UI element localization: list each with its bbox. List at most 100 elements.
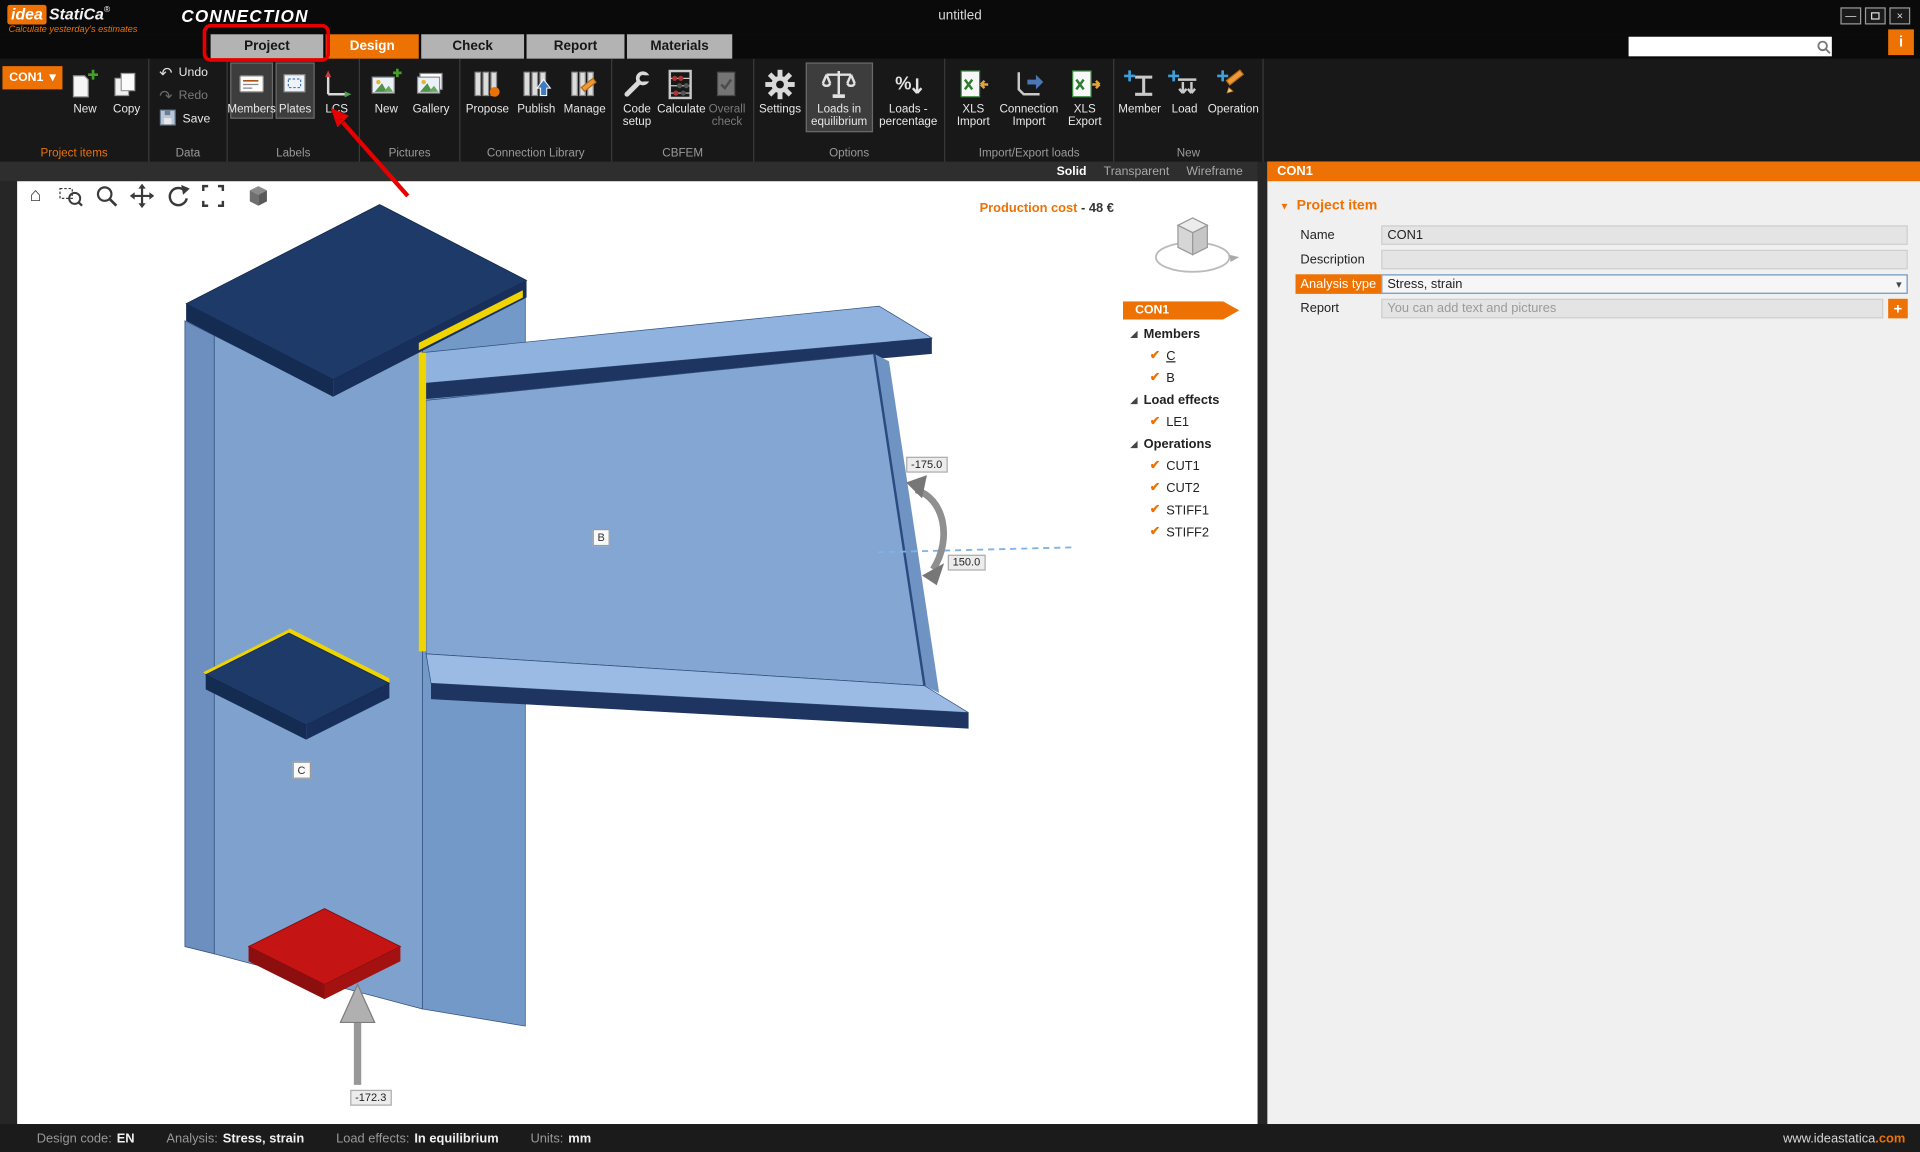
checkbox-checked-icon[interactable]: ✔	[1150, 350, 1160, 362]
connection-import-button[interactable]: Connection Import	[1001, 62, 1056, 132]
member-label-c: C	[293, 762, 311, 779]
tagline: Calculate yesterday's estimates	[9, 23, 138, 34]
add-report-button[interactable]: +	[1888, 299, 1908, 319]
code-setup-button[interactable]: Code setup	[615, 62, 660, 132]
website-link[interactable]: www.ideastatica.com	[1783, 1131, 1905, 1146]
properties-header: CON1	[1267, 162, 1920, 182]
picture-gallery-button[interactable]: Gallery	[409, 62, 453, 119]
library-propose-button[interactable]: Propose	[463, 62, 512, 119]
balance-scales-icon	[822, 66, 856, 103]
ribbon: CON1 ▾ New Copy Project items	[0, 59, 1920, 162]
new-project-item-button[interactable]: New	[65, 62, 104, 119]
tree-group-members[interactable]: Members	[1130, 327, 1255, 342]
loads-percentage-button[interactable]: % Loads - percentage	[875, 62, 942, 132]
tree-item-cut1[interactable]: ✔ CUT1	[1150, 459, 1255, 474]
new-load-button[interactable]: Load	[1165, 62, 1204, 119]
tree-item-le1[interactable]: ✔ LE1	[1150, 415, 1255, 430]
project-item-selector-button[interactable]: CON1 ▾	[2, 66, 63, 89]
close-button[interactable]: ×	[1889, 7, 1910, 24]
ribbon-group-options: Settings Loads in equilibrium % Loads - …	[754, 59, 945, 162]
zoom-window-icon[interactable]	[58, 184, 85, 208]
home-view-icon[interactable]: ⌂	[22, 184, 49, 208]
checkbox-checked-icon[interactable]: ✔	[1150, 504, 1160, 516]
xls-export-icon	[1069, 66, 1101, 103]
labels-lcs-toggle[interactable]: LCS	[317, 62, 356, 119]
checkbox-checked-icon[interactable]: ✔	[1150, 416, 1160, 428]
load-value-shear: 150.0	[948, 555, 985, 571]
zoom-extents-icon[interactable]	[200, 184, 227, 208]
library-publish-button[interactable]: Publish	[514, 62, 558, 119]
tab-report[interactable]: Report	[527, 34, 625, 58]
tree-group-load-effects[interactable]: Load effects	[1130, 393, 1255, 408]
loads-in-equilibrium-toggle[interactable]: Loads in equilibrium	[806, 62, 873, 132]
rotate-view-icon[interactable]	[164, 184, 191, 208]
search-input[interactable]	[1629, 40, 1816, 53]
checkbox-checked-icon[interactable]: ✔	[1150, 482, 1160, 494]
checkbox-checked-icon[interactable]: ✔	[1150, 460, 1160, 472]
view-mode-transparent[interactable]: Transparent	[1104, 165, 1170, 178]
view-mode-solid[interactable]: Solid	[1057, 165, 1087, 178]
tab-materials[interactable]: Materials	[627, 34, 732, 58]
viewport-3d: ⌂ Production cost - 48 €	[17, 181, 1257, 1124]
ribbon-group-import-export: XLS Import Connection Import XLS Export …	[945, 59, 1114, 162]
new-member-button[interactable]: Member	[1117, 62, 1163, 119]
solid-view-icon[interactable]	[245, 184, 272, 208]
overall-check-button[interactable]: Overall check	[703, 62, 750, 132]
help-button[interactable]: i	[1888, 29, 1914, 55]
manage-library-icon	[569, 66, 601, 103]
new-picture-icon	[370, 66, 403, 103]
production-cost: Production cost - 48 €	[980, 201, 1114, 216]
redo-button[interactable]: ↷ Redo	[159, 86, 208, 106]
wrench-icon	[621, 66, 653, 103]
project-item-section[interactable]: ▼ Project item	[1280, 198, 1920, 213]
window-controls: — ×	[1840, 7, 1910, 24]
analysis-type-dropdown[interactable]: Stress, strain ▾	[1381, 274, 1908, 294]
collapse-triangle-icon: ▼	[1280, 200, 1290, 211]
tab-project[interactable]: Project	[211, 34, 324, 58]
checkbox-checked-icon[interactable]: ✔	[1150, 527, 1160, 539]
tree-item-stiff1[interactable]: ✔ STIFF1	[1150, 503, 1255, 518]
tree-item-cut2[interactable]: ✔ CUT2	[1150, 481, 1255, 496]
minimize-button[interactable]: —	[1840, 7, 1861, 24]
new-operation-button[interactable]: Operation	[1207, 62, 1260, 119]
3d-connection-model[interactable]	[17, 181, 1257, 1124]
save-icon	[159, 108, 176, 129]
pan-icon[interactable]	[129, 184, 156, 208]
library-manage-button[interactable]: Manage	[561, 62, 609, 119]
tab-design[interactable]: Design	[326, 34, 419, 58]
xls-export-button[interactable]: XLS Export	[1059, 62, 1111, 132]
chevron-down-icon: ▾	[1896, 276, 1902, 293]
tab-check[interactable]: Check	[421, 34, 524, 58]
ribbon-group-project-items: CON1 ▾ New Copy Project items	[0, 59, 149, 162]
tree-item-stiff2[interactable]: ✔ STIFF2	[1150, 525, 1255, 540]
name-row: Name	[1296, 225, 1908, 245]
description-row: Description	[1296, 250, 1908, 270]
calculate-button[interactable]: Calculate	[662, 62, 701, 119]
tree-item-member-b[interactable]: ✔ B	[1150, 371, 1255, 386]
labels-members-toggle[interactable]: Members	[230, 62, 273, 119]
logo-statica: StatiCa	[49, 5, 104, 23]
picture-new-button[interactable]: New	[366, 62, 406, 119]
save-button[interactable]: Save	[159, 109, 210, 129]
navigation-cube[interactable]	[1144, 198, 1242, 302]
new-document-icon	[70, 66, 99, 103]
tree-item-member-c[interactable]: ✔ C	[1150, 349, 1255, 364]
zoom-icon[interactable]	[93, 184, 120, 208]
view-mode-wireframe[interactable]: Wireframe	[1186, 165, 1242, 178]
gallery-icon	[415, 66, 447, 103]
checkbox-checked-icon[interactable]: ✔	[1150, 372, 1160, 384]
copy-project-item-button[interactable]: Copy	[107, 62, 146, 119]
tree-group-operations[interactable]: Operations	[1130, 437, 1255, 452]
percentage-loads-icon: %	[892, 66, 924, 103]
xls-import-button[interactable]: XLS Import	[948, 62, 999, 132]
description-field[interactable]	[1381, 250, 1908, 270]
labels-plates-toggle[interactable]: Plates	[276, 62, 315, 119]
settings-button[interactable]: Settings	[757, 62, 804, 119]
svg-text:%: %	[895, 72, 911, 93]
tree-root-con1[interactable]: CON1	[1123, 301, 1239, 319]
report-field[interactable]: You can add text and pictures	[1381, 299, 1883, 319]
ribbon-group-data: ↶ Undo ↷ Redo Save Data	[149, 59, 227, 162]
maximize-button[interactable]	[1865, 7, 1886, 24]
undo-button[interactable]: ↶ Undo	[159, 62, 208, 82]
name-field[interactable]	[1381, 225, 1908, 245]
